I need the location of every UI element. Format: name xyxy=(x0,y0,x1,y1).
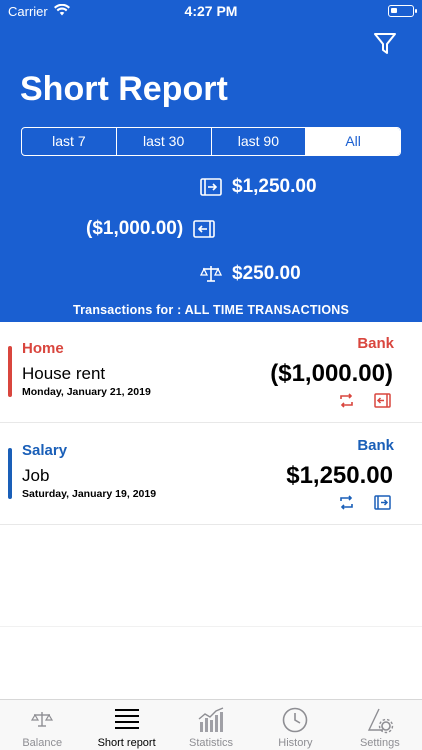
segment-all[interactable]: All xyxy=(306,128,400,155)
category-color-bar xyxy=(8,448,12,499)
clock-icon xyxy=(283,707,308,733)
expense-total: ($1,000.00) xyxy=(86,218,184,239)
scale-icon xyxy=(200,266,222,282)
transaction-row[interactable]: Salary Bank Job $1,250.00 Saturday, Janu… xyxy=(0,432,422,534)
transactions-period-label: Transactions for : ALL TIME TRANSACTIONS xyxy=(72,303,350,317)
transaction-account: Bank xyxy=(357,437,394,454)
segment-last-7[interactable]: last 7 xyxy=(22,128,117,155)
tab-history[interactable]: History xyxy=(253,700,337,750)
expense-icon xyxy=(193,220,215,238)
row-divider xyxy=(0,524,422,525)
battery-icon xyxy=(388,5,417,17)
tab-bar: Balance Short report Statistics History xyxy=(0,699,422,750)
income-icon xyxy=(200,178,222,196)
tab-label: Short report xyxy=(97,737,156,749)
segment-last-90[interactable]: last 90 xyxy=(212,128,307,155)
chart-icon xyxy=(198,707,224,732)
tab-settings[interactable]: Settings xyxy=(338,700,422,750)
income-type-icon xyxy=(374,495,391,510)
expense-summary: ($1,000.00) xyxy=(86,216,215,242)
period-segmented-control[interactable]: last 7 last 30 last 90 All xyxy=(21,127,401,156)
segment-last-30[interactable]: last 30 xyxy=(117,128,212,155)
filter-funnel-icon[interactable] xyxy=(372,30,398,56)
list-icon xyxy=(114,709,139,729)
scale-icon xyxy=(31,712,54,727)
category-color-bar xyxy=(8,346,12,397)
transaction-category: Salary xyxy=(22,442,68,459)
transaction-name: House rent xyxy=(22,364,106,383)
transaction-amount: ($1,000.00) xyxy=(270,360,393,387)
tab-label: History xyxy=(278,737,313,749)
row-divider xyxy=(0,626,422,627)
status-bar: Carrier 4:27 PM xyxy=(0,0,422,22)
transaction-date: Saturday, January 19, 2019 xyxy=(22,488,157,500)
transfer-icon[interactable] xyxy=(338,495,355,510)
tab-label: Settings xyxy=(359,737,400,749)
balance-total: $250.00 xyxy=(232,263,301,284)
expense-type-icon xyxy=(374,393,391,408)
row-divider xyxy=(0,422,422,423)
transaction-date: Monday, January 21, 2019 xyxy=(22,386,151,398)
tab-label: Statistics xyxy=(189,737,234,749)
tab-short-report[interactable]: Short report xyxy=(84,700,168,750)
report-header: Carrier 4:27 PM Short Report last 7 last… xyxy=(0,0,422,322)
transaction-category: Home xyxy=(22,340,64,357)
transfer-icon[interactable] xyxy=(338,393,355,408)
tab-label: Balance xyxy=(22,737,63,749)
tab-balance[interactable]: Balance xyxy=(0,700,84,750)
transaction-account: Bank xyxy=(357,335,394,352)
transaction-amount: $1,250.00 xyxy=(286,462,393,489)
transaction-name: Job xyxy=(22,466,50,485)
income-summary: $1,250.00 xyxy=(200,174,317,200)
tab-statistics[interactable]: Statistics xyxy=(169,700,253,750)
transaction-row[interactable]: Home Bank House rent ($1,000.00) Monday,… xyxy=(0,330,422,432)
page-title: Short Report xyxy=(20,70,228,108)
balance-summary: $250.00 xyxy=(200,261,301,287)
income-total: $1,250.00 xyxy=(232,176,317,197)
settings-icon xyxy=(367,708,394,734)
clock-time: 4:27 PM xyxy=(184,3,238,19)
